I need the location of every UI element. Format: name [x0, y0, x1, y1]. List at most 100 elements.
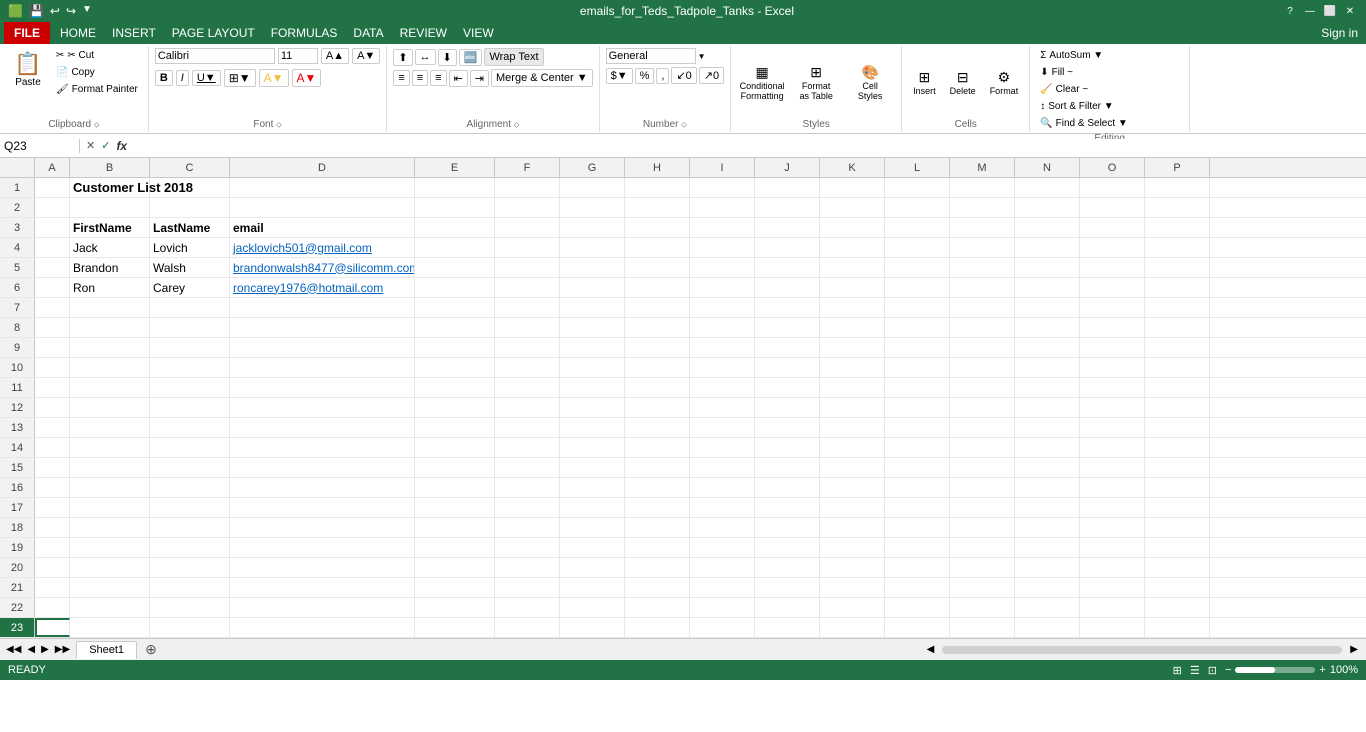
list-item[interactable]: [690, 238, 755, 257]
cut-button[interactable]: ✂ ✂ Cut: [52, 48, 142, 63]
list-item[interactable]: [1080, 218, 1145, 237]
list-item[interactable]: [885, 198, 950, 217]
list-item[interactable]: [560, 478, 625, 497]
list-item[interactable]: [70, 198, 150, 217]
list-item[interactable]: [950, 198, 1015, 217]
list-item[interactable]: [230, 198, 415, 217]
list-item[interactable]: [1080, 518, 1145, 537]
list-item[interactable]: [1145, 418, 1210, 437]
list-item[interactable]: [950, 298, 1015, 317]
list-item[interactable]: [1015, 558, 1080, 577]
list-item[interactable]: [1080, 238, 1145, 257]
list-item[interactable]: [150, 518, 230, 537]
list-item[interactable]: [415, 358, 495, 377]
list-item[interactable]: [820, 258, 885, 277]
list-item[interactable]: [415, 378, 495, 397]
comma-button[interactable]: ,: [656, 68, 669, 84]
list-item[interactable]: [755, 258, 820, 277]
list-item[interactable]: [690, 478, 755, 497]
orientation-button[interactable]: 🔤: [459, 49, 483, 66]
list-item[interactable]: [495, 438, 560, 457]
list-item[interactable]: Carey: [150, 278, 230, 297]
increase-font-button[interactable]: A▲: [321, 48, 349, 64]
list-item[interactable]: [755, 318, 820, 337]
format-painter-button[interactable]: 🖌 Format Painter: [52, 82, 142, 97]
h-scrollbar[interactable]: [942, 646, 1342, 654]
list-item[interactable]: [885, 318, 950, 337]
list-item[interactable]: [690, 378, 755, 397]
list-item[interactable]: [1015, 598, 1080, 617]
clear-button[interactable]: 🧹 Clear ~: [1036, 82, 1092, 97]
list-item[interactable]: [950, 458, 1015, 477]
zoom-in-button[interactable]: +: [1319, 664, 1325, 676]
list-item[interactable]: [70, 598, 150, 617]
list-item[interactable]: [820, 198, 885, 217]
list-item[interactable]: [35, 178, 70, 197]
list-item[interactable]: [560, 358, 625, 377]
list-item[interactable]: [820, 578, 885, 597]
list-item[interactable]: [950, 278, 1015, 297]
list-item[interactable]: [1080, 478, 1145, 497]
row-number[interactable]: 19: [0, 538, 35, 557]
list-item[interactable]: Jack: [70, 238, 150, 257]
list-item[interactable]: [690, 598, 755, 617]
page-layout-tab[interactable]: PAGE LAYOUT: [164, 22, 263, 44]
list-item[interactable]: [1080, 358, 1145, 377]
col-header-g[interactable]: G: [560, 158, 625, 177]
list-item[interactable]: [70, 458, 150, 477]
list-item[interactable]: [495, 198, 560, 217]
list-item[interactable]: [950, 498, 1015, 517]
list-item[interactable]: [150, 498, 230, 517]
col-header-f[interactable]: F: [495, 158, 560, 177]
list-item[interactable]: [415, 238, 495, 257]
list-item[interactable]: [690, 438, 755, 457]
list-item[interactable]: [1080, 558, 1145, 577]
list-item[interactable]: [230, 598, 415, 617]
list-item[interactable]: [625, 398, 690, 417]
list-item[interactable]: [495, 558, 560, 577]
list-item[interactable]: [415, 458, 495, 477]
list-item[interactable]: [230, 578, 415, 597]
cell-styles-button[interactable]: 🎨 Cell Styles: [845, 62, 895, 104]
list-item[interactable]: [690, 358, 755, 377]
list-item[interactable]: [1015, 358, 1080, 377]
list-item[interactable]: [150, 178, 230, 197]
list-item[interactable]: [495, 318, 560, 337]
list-item[interactable]: [820, 558, 885, 577]
list-item[interactable]: [415, 498, 495, 517]
list-item[interactable]: [755, 398, 820, 417]
list-item[interactable]: [35, 578, 70, 597]
redo-icon[interactable]: ↪: [66, 4, 76, 18]
list-item[interactable]: [950, 378, 1015, 397]
row-number[interactable]: 14: [0, 438, 35, 457]
scroll-left-button[interactable]: ◀: [923, 642, 939, 657]
list-item[interactable]: [1015, 538, 1080, 557]
list-item[interactable]: [35, 318, 70, 337]
list-item[interactable]: [950, 418, 1015, 437]
list-item[interactable]: [1145, 258, 1210, 277]
list-item[interactable]: [625, 578, 690, 597]
list-item[interactable]: [755, 238, 820, 257]
currency-button[interactable]: $▼: [606, 68, 633, 84]
percent-button[interactable]: %: [635, 68, 655, 84]
col-header-i[interactable]: I: [690, 158, 755, 177]
font-family-input[interactable]: [155, 48, 275, 64]
list-item[interactable]: [625, 458, 690, 477]
row-number[interactable]: 13: [0, 418, 35, 437]
list-item[interactable]: [150, 358, 230, 377]
list-item[interactable]: [560, 218, 625, 237]
align-middle-button[interactable]: ↔: [415, 49, 436, 65]
list-item[interactable]: [1080, 278, 1145, 297]
list-item[interactable]: [885, 438, 950, 457]
list-item[interactable]: [820, 438, 885, 457]
list-item[interactable]: [1080, 178, 1145, 197]
row-number[interactable]: 10: [0, 358, 35, 377]
prev-sheet-button[interactable]: ◀◀: [4, 642, 23, 657]
list-item[interactable]: [885, 258, 950, 277]
list-item[interactable]: [885, 458, 950, 477]
list-item[interactable]: [950, 258, 1015, 277]
list-item[interactable]: [1080, 318, 1145, 337]
paste-button[interactable]: 📋 Paste: [6, 48, 50, 93]
list-item[interactable]: [35, 238, 70, 257]
decrease-font-button[interactable]: A▼: [352, 48, 380, 64]
